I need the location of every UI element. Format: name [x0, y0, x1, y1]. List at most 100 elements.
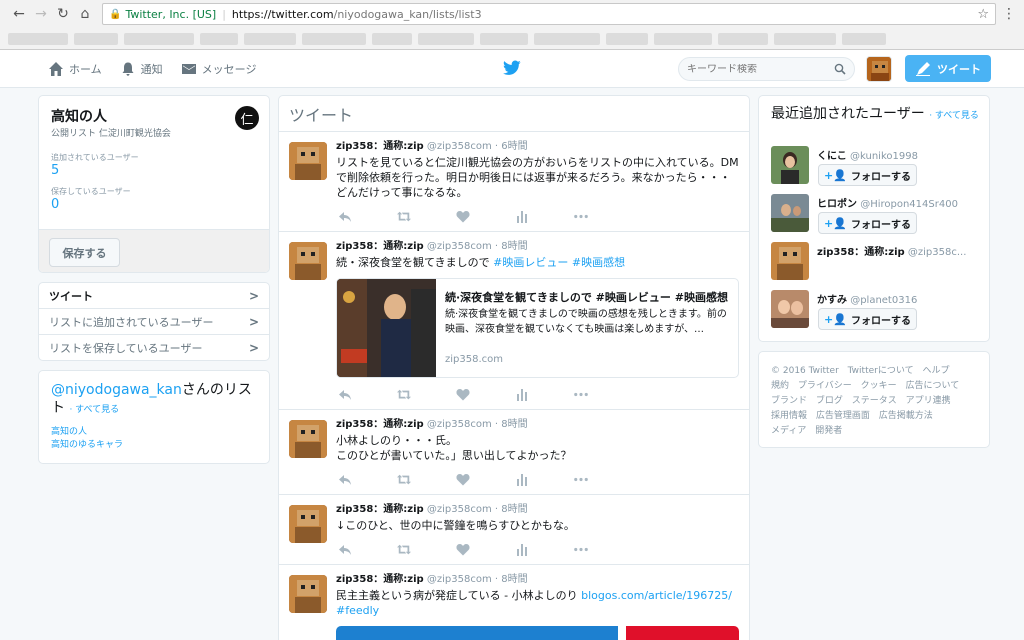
menu-item-members[interactable]: リストに追加されているユーザー > [39, 309, 269, 335]
home-icon[interactable]: ⌂ [74, 3, 96, 25]
tweet-timestamp[interactable]: · 8時間 [495, 241, 528, 252]
owner-handle[interactable]: @niyodogawa_kan [51, 382, 182, 398]
tweet-link[interactable]: blogos.com/article/196725/ [581, 589, 732, 602]
bookmark-item[interactable] [302, 32, 366, 45]
tweet-avatar[interactable] [289, 575, 327, 613]
account-avatar[interactable] [866, 56, 892, 82]
analytics-icon[interactable] [515, 388, 529, 401]
analytics-icon[interactable] [515, 473, 529, 486]
footer-link[interactable]: Twitterについて [848, 366, 914, 376]
retweet-icon[interactable] [397, 388, 411, 401]
bookmark-item[interactable] [774, 32, 836, 45]
user-avatar[interactable] [771, 242, 809, 280]
tweet[interactable]: zip358：通称:zip @zip358com · 8時間 ↓このひと、世の中… [279, 495, 749, 565]
like-icon[interactable] [456, 473, 470, 486]
footer-link[interactable]: ヘルプ [922, 366, 949, 376]
tweet-avatar[interactable] [289, 242, 327, 280]
see-all-lists-link[interactable]: · すべて見る [69, 405, 119, 415]
owner-list-link[interactable]: 高知のゆるキャラ [51, 439, 123, 452]
tweet-author-handle[interactable]: @zip358com [427, 574, 492, 585]
follow-button[interactable]: +👤 フォローする [818, 164, 917, 186]
back-icon[interactable]: ← [8, 3, 30, 25]
members-count[interactable]: 5 [51, 163, 59, 178]
more-icon[interactable] [574, 473, 588, 486]
tweet-author-name[interactable]: zip358：通称:zip [336, 574, 424, 585]
link-card[interactable]: 続·深夜食堂を観てきましので #映画レビュー #映画感想 続·深夜食堂を観てきま… [336, 278, 739, 378]
tweet-hashtags[interactable]: #映画レビュー #映画感想 [493, 256, 625, 269]
analytics-icon[interactable] [515, 210, 529, 223]
nav-notifications[interactable]: 通知 [120, 61, 163, 77]
retweet-icon[interactable] [397, 210, 411, 223]
more-icon[interactable] [574, 388, 588, 401]
footer-link[interactable]: 広告管理画面 [816, 411, 870, 421]
user-name[interactable]: くにこ @kuniko1998 [817, 147, 918, 162]
bookmark-item[interactable] [534, 32, 600, 45]
footer-link[interactable]: ブランド [771, 396, 807, 406]
footer-link[interactable]: クッキー [861, 381, 897, 391]
tweet-avatar[interactable] [289, 420, 327, 458]
tweet-author-handle[interactable]: @zip358com [427, 141, 492, 152]
tweet-author-name[interactable]: zip358：通称:zip [336, 241, 424, 252]
tweet-author-name[interactable]: zip358：通称:zip [336, 504, 424, 515]
tweet-hashtag[interactable]: #feedly [336, 604, 379, 617]
bookmark-item[interactable] [8, 32, 68, 45]
bookmark-item[interactable] [418, 32, 474, 45]
browser-menu-icon[interactable]: ⋮ [1002, 6, 1016, 22]
search-icon[interactable] [834, 63, 846, 75]
footer-link[interactable]: 採用情報 [771, 411, 807, 421]
tweet[interactable]: zip358：通称:zip @zip358com · 8時間 小林よしのり・・・… [279, 410, 749, 495]
more-icon[interactable] [574, 543, 588, 556]
tweet[interactable]: zip358：通称:zip @zip358com · 6時間 リストを見ていると… [279, 132, 749, 232]
footer-link[interactable]: 開発者 [815, 426, 842, 436]
tweet-author-name[interactable]: zip358：通称:zip [336, 141, 424, 152]
more-icon[interactable] [574, 210, 588, 223]
owner-list-link[interactable]: 高知の人 [51, 426, 123, 439]
nav-home[interactable]: ホーム [48, 61, 102, 77]
follow-button[interactable]: +👤 フォローする [818, 308, 917, 330]
save-list-button[interactable]: 保存する [49, 238, 120, 267]
like-icon[interactable] [456, 543, 470, 556]
footer-link[interactable]: 広告掲載方法 [879, 411, 933, 421]
analytics-icon[interactable] [515, 543, 529, 556]
tweet-timestamp[interactable]: · 8時間 [495, 574, 528, 585]
like-icon[interactable] [456, 388, 470, 401]
reply-icon[interactable] [338, 210, 352, 223]
list-title[interactable]: 高知の人 [51, 106, 107, 126]
forward-icon[interactable]: → [30, 3, 52, 25]
footer-link[interactable]: ステータス [852, 396, 897, 406]
bookmark-item[interactable] [842, 32, 886, 45]
follow-button[interactable]: +👤 フォローする [818, 212, 917, 234]
user-avatar[interactable] [771, 290, 809, 328]
bookmark-item[interactable] [244, 32, 296, 45]
user-name[interactable]: ヒロポン @Hiropon414Sr400 [817, 195, 958, 210]
bookmark-item[interactable] [480, 32, 528, 45]
user-name[interactable]: zip358：通称:zip @zip358c... [817, 243, 966, 258]
address-bar[interactable]: 🔒 Twitter, Inc. [US] | https://twitter.c… [102, 3, 996, 25]
tweet[interactable]: zip358：通称:zip @zip358com · 8時間 続・深夜食堂を観て… [279, 232, 749, 410]
tweet-author-handle[interactable]: @zip358com [427, 504, 492, 515]
see-all-users-link[interactable]: · すべて見る [929, 111, 979, 121]
tweet-author-handle[interactable]: @zip358com [427, 241, 492, 252]
list-owner-avatar[interactable]: 仁 [235, 106, 259, 130]
tweet-timestamp[interactable]: · 8時間 [495, 419, 528, 430]
bookmark-item[interactable] [200, 32, 238, 45]
menu-item-tweets[interactable]: ツイート > [39, 283, 269, 309]
compose-tweet-button[interactable]: ツイート [905, 55, 991, 82]
user-name[interactable]: かすみ @planet0316 [817, 291, 917, 306]
reload-icon[interactable]: ↻ [52, 3, 74, 25]
tweet[interactable]: zip358：通称:zip @zip358com · 8時間 民主主義という病が… [279, 565, 749, 640]
bookmark-star-icon[interactable]: ☆ [977, 7, 989, 22]
tweet-media-preview[interactable] [336, 626, 739, 640]
bookmark-item[interactable] [654, 32, 712, 45]
bookmark-item[interactable] [124, 32, 194, 45]
reply-icon[interactable] [338, 543, 352, 556]
twitter-bird-icon[interactable] [503, 60, 521, 76]
tweet-timestamp[interactable]: · 8時間 [495, 504, 528, 515]
menu-item-subscribers[interactable]: リストを保存しているユーザー > [39, 335, 269, 361]
nav-messages[interactable]: メッセージ [181, 61, 256, 77]
tweet-avatar[interactable] [289, 142, 327, 180]
footer-link[interactable]: ブログ [816, 396, 843, 406]
subscribers-count[interactable]: 0 [51, 197, 59, 212]
bookmark-item[interactable] [372, 32, 412, 45]
tweet-avatar[interactable] [289, 505, 327, 543]
